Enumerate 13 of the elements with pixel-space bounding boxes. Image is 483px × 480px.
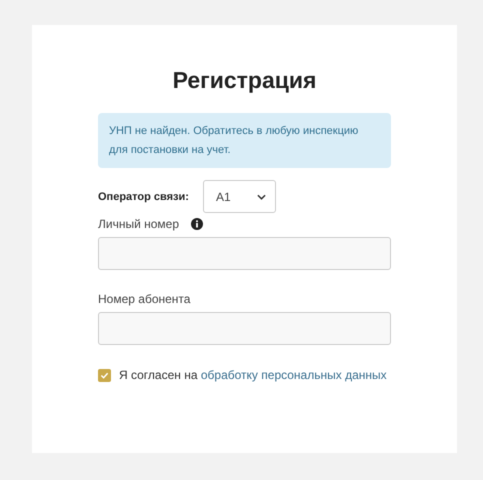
input-field[interactable] <box>98 312 391 345</box>
page-title: Регистрация <box>172 66 318 95</box>
caret-icon <box>256 194 266 200</box>
alert-message: УНП не найден. Обратитесь в любую инспекцию для постановки на учет. <box>98 113 391 168</box>
operator-dropdown[interactable]: А1 <box>202 180 276 213</box>
consent-link[interactable]: обработку персональных данных <box>200 368 387 382</box>
consent-text: Я согласен на обработку персональных данных <box>119 368 387 382</box>
consent-checkbox[interactable] <box>98 368 111 382</box>
info-icon[interactable] <box>191 218 204 230</box>
input-field[interactable] <box>98 237 391 270</box>
field-label: Личный номер <box>98 217 180 231</box>
field-label: Номер абонента <box>98 292 190 306</box>
field-label: Оператор связи: <box>98 190 189 202</box>
